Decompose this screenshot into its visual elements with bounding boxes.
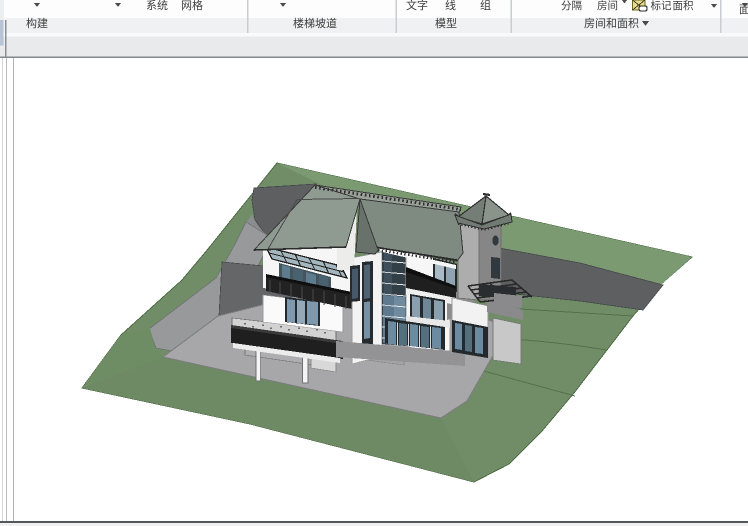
svg-text:组: 组 — [480, 0, 491, 12]
svg-text:文字: 文字 — [406, 0, 428, 12]
svg-text:模型: 模型 — [435, 16, 457, 30]
svg-text:标记: 标记 — [651, 0, 672, 12]
svg-text:房间和面积: 房间和面积 — [584, 17, 639, 30]
svg-text:分隔: 分隔 — [561, 0, 582, 12]
svg-text:网格: 网格 — [181, 0, 203, 12]
svg-text:构建: 构建 — [26, 16, 48, 30]
svg-text:系统: 系统 — [146, 0, 168, 12]
svg-text:房间: 房间 — [597, 0, 618, 12]
svg-text:面积: 面积 — [673, 0, 694, 12]
svg-text:面: 面 — [739, 4, 748, 16]
svg-text:楼梯坡道: 楼梯坡道 — [293, 16, 337, 30]
svg-text:线: 线 — [445, 0, 456, 12]
